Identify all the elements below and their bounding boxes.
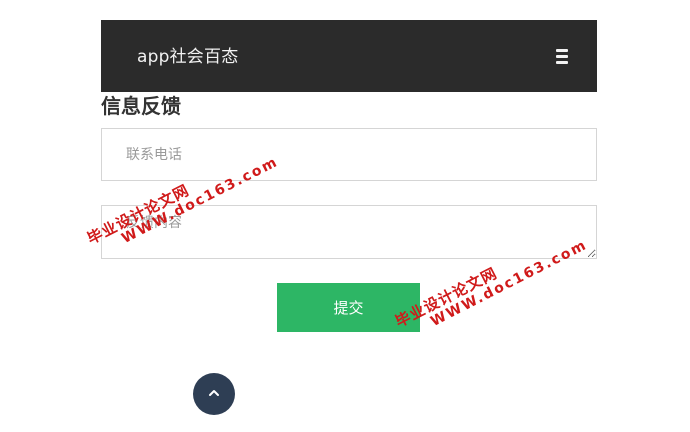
phone-input[interactable] <box>101 128 597 181</box>
feedback-page: app社会百态 信息反馈 提交 毕业设计论文网 WWW.doc163.com 毕… <box>0 0 690 432</box>
menu-line <box>556 61 568 64</box>
app-title: app社会百态 <box>137 47 239 67</box>
submit-button[interactable]: 提交 <box>277 283 420 332</box>
menu-line <box>556 49 568 52</box>
back-to-top-button[interactable] <box>193 373 235 415</box>
feedback-textarea[interactable] <box>101 205 597 259</box>
page-title: 信息反馈 <box>101 94 181 118</box>
chevron-up-icon <box>209 390 219 396</box>
top-header-bar: app社会百态 <box>101 20 597 92</box>
menu-line <box>556 55 568 58</box>
hamburger-menu-icon[interactable] <box>553 46 571 64</box>
